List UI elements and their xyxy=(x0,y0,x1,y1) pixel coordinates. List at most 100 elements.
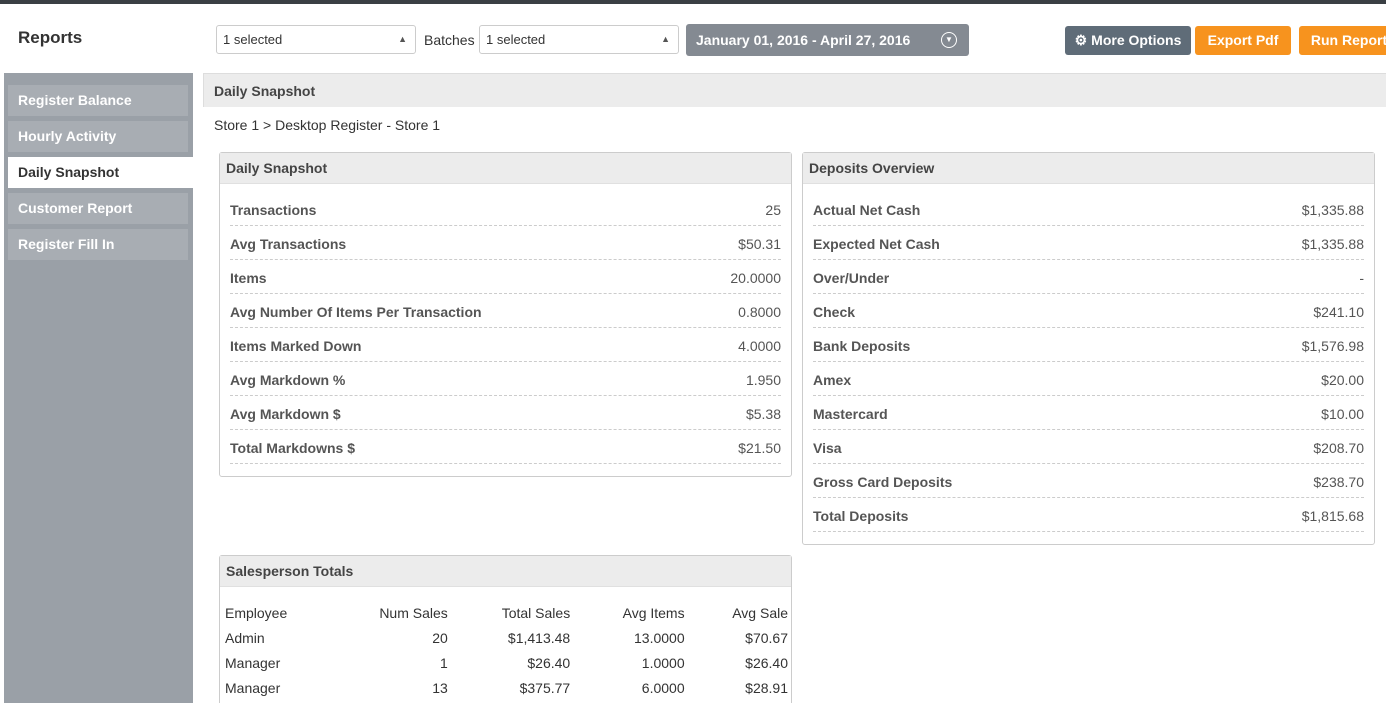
deposit-row: Check $241.10 xyxy=(813,294,1364,328)
row-value: 1.950 xyxy=(745,372,781,388)
table-cell: $28.91 xyxy=(745,679,788,696)
deposit-row: Over/Under - xyxy=(813,260,1364,294)
deposits-overview-title: Deposits Overview xyxy=(803,153,1374,184)
table-cell: $26.40 xyxy=(527,654,571,671)
row-label: Check xyxy=(813,304,856,320)
table-row: Admin 20 $1,413.48 13.0000 $70.67 xyxy=(225,625,788,650)
row-label: Items xyxy=(230,270,267,286)
column-header: Avg Sale xyxy=(732,604,788,621)
run-report-button[interactable]: Run Report xyxy=(1299,26,1386,55)
row-value: $50.31 xyxy=(738,236,781,252)
row-label: Avg Transactions xyxy=(230,236,347,252)
row-label: Expected Net Cash xyxy=(813,236,940,252)
row-label: Total Markdowns $ xyxy=(230,440,355,456)
table-cell: 13.0000 xyxy=(634,629,685,646)
batches-label: Batches xyxy=(424,32,475,48)
row-label: Actual Net Cash xyxy=(813,202,921,218)
deposit-row: Bank Deposits $1,576.98 xyxy=(813,328,1364,362)
table-header-row: Employee Num Sales Total Sales Avg Items… xyxy=(225,600,788,625)
deposit-row: Actual Net Cash $1,335.88 xyxy=(813,192,1364,226)
export-pdf-button[interactable]: Export Pdf xyxy=(1195,26,1291,55)
sidebar-item-hourly-activity[interactable]: Hourly Activity xyxy=(8,121,188,152)
salesperson-totals-title: Salesperson Totals xyxy=(220,556,791,587)
sidebar-item-register-balance[interactable]: Register Balance xyxy=(8,85,188,116)
row-value: $1,815.68 xyxy=(1301,508,1364,524)
deposits-overview-panel: Deposits Overview Actual Net Cash $1,335.… xyxy=(802,152,1375,545)
breadcrumb: Store 1 > Desktop Register - Store 1 xyxy=(214,117,441,133)
column-header: Employee xyxy=(225,604,288,621)
table-row: Manager 13 $375.77 6.0000 $28.91 xyxy=(225,675,788,700)
header: Reports 1 selected ▲︎ Batches 1 selected… xyxy=(0,4,1386,73)
row-label: Bank Deposits xyxy=(813,338,911,354)
table-cell: 1 xyxy=(439,654,448,671)
deposit-row: Visa $208.70 xyxy=(813,430,1364,464)
table-cell: $375.77 xyxy=(519,679,571,696)
row-value: $1,576.98 xyxy=(1301,338,1364,354)
row-value: $20.00 xyxy=(1321,372,1364,388)
table-row: Manager 1 $26.40 1.0000 $26.40 xyxy=(225,650,788,675)
sidebar-item-register-fill-in[interactable]: Register Fill In xyxy=(8,229,188,260)
row-label: Over/Under xyxy=(813,270,890,286)
row-label: Avg Number Of Items Per Transaction xyxy=(230,304,482,320)
table-cell: Admin xyxy=(225,629,265,646)
app-title: Reports xyxy=(18,28,83,47)
date-range-picker[interactable]: January 01, 2016 - April 27, 2016 ▼ xyxy=(686,24,969,56)
row-label: Total Deposits xyxy=(813,508,909,524)
sidebar-item-daily-snapshot[interactable]: Daily Snapshot xyxy=(8,157,197,188)
table-cell: $26.40 xyxy=(745,654,788,671)
page-title: Daily Snapshot xyxy=(203,73,1386,107)
gear-icon: ⚙ xyxy=(1074,32,1088,48)
snapshot-row: Items Marked Down 4.0000 xyxy=(230,328,781,362)
row-label: Transactions xyxy=(230,202,317,218)
deposit-row: Gross Card Deposits $238.70 xyxy=(813,464,1364,498)
row-value: $1,335.88 xyxy=(1301,236,1364,252)
row-label: Avg Markdown % xyxy=(230,372,346,388)
salesperson-table: Employee Num Sales Total Sales Avg Items… xyxy=(225,600,788,700)
row-value: $5.38 xyxy=(745,406,781,422)
store-select[interactable]: 1 selected ▲︎ xyxy=(216,25,416,54)
column-header: Avg Items xyxy=(622,604,685,621)
row-value: $238.70 xyxy=(1313,474,1364,490)
row-label: Gross Card Deposits xyxy=(813,474,953,490)
row-value: $208.70 xyxy=(1313,440,1364,456)
sidebar: Register Balance Hourly Activity Daily S… xyxy=(4,73,197,703)
snapshot-row: Avg Markdown $ $5.38 xyxy=(230,396,781,430)
row-value: 4.0000 xyxy=(738,338,781,354)
row-value: 20.0000 xyxy=(730,270,781,286)
select-caret-icon: ▲︎ xyxy=(661,34,670,44)
chevron-down-icon: ▼ xyxy=(941,32,957,48)
batches-select-value: 1 selected xyxy=(486,32,546,47)
table-cell: 13 xyxy=(432,679,448,696)
date-range-value: January 01, 2016 - April 27, 2016 xyxy=(696,32,911,48)
snapshot-row: Items 20.0000 xyxy=(230,260,781,294)
table-cell: 6.0000 xyxy=(641,679,685,696)
row-label: Amex xyxy=(813,372,852,388)
row-label: Items Marked Down xyxy=(230,338,362,354)
deposit-row: Mastercard $10.00 xyxy=(813,396,1364,430)
table-cell: 20 xyxy=(432,629,448,646)
snapshot-row: Avg Markdown % 1.950 xyxy=(230,362,781,396)
store-select-value: 1 selected xyxy=(223,32,283,47)
more-options-button[interactable]: ⚙ More Options xyxy=(1065,26,1191,55)
sidebar-item-customer-report[interactable]: Customer Report xyxy=(8,193,188,224)
row-value: $1,335.88 xyxy=(1301,202,1364,218)
row-value: - xyxy=(1359,270,1364,286)
column-header: Total Sales xyxy=(501,604,571,621)
daily-snapshot-title: Daily Snapshot xyxy=(220,153,791,184)
column-header: Num Sales xyxy=(379,604,448,621)
deposit-row: Amex $20.00 xyxy=(813,362,1364,396)
row-label: Avg Markdown $ xyxy=(230,406,341,422)
snapshot-row: Avg Transactions $50.31 xyxy=(230,226,781,260)
row-value: $21.50 xyxy=(738,440,781,456)
snapshot-row: Total Markdowns $ $21.50 xyxy=(230,430,781,464)
table-cell: $70.67 xyxy=(745,629,788,646)
batches-select[interactable]: 1 selected ▲︎ xyxy=(479,25,679,54)
row-value: 25 xyxy=(765,202,781,218)
main-content: Daily Snapshot Store 1 > Desktop Registe… xyxy=(203,73,1386,703)
table-cell: Manager xyxy=(225,654,281,671)
table-cell: $1,413.48 xyxy=(507,629,571,646)
table-cell: 1.0000 xyxy=(641,654,685,671)
row-value: $10.00 xyxy=(1321,406,1364,422)
row-label: Mastercard xyxy=(813,406,888,422)
salesperson-totals-panel: Salesperson Totals Employee Num Sales To… xyxy=(219,555,792,703)
